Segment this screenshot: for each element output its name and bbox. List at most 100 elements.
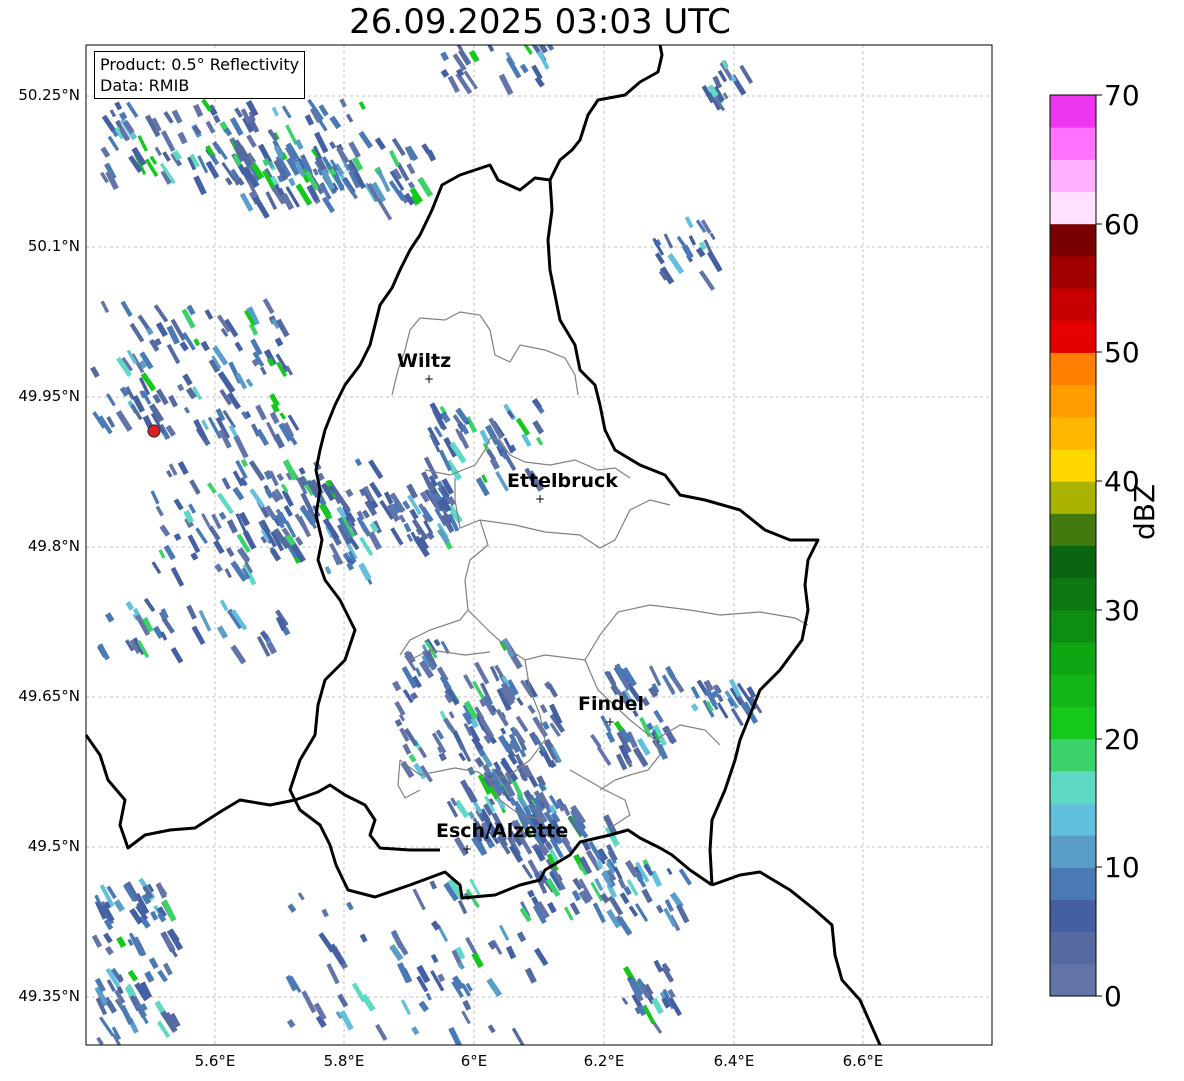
echo-cell <box>430 953 439 964</box>
echo-cell <box>107 135 120 152</box>
colorbar-tick: 60 <box>1104 208 1140 241</box>
lon-label: 5.8°E <box>323 1052 365 1070</box>
echo-cell <box>193 103 204 118</box>
echo-cell <box>226 519 238 534</box>
echo-cell <box>443 717 456 734</box>
echo-cell <box>442 19 450 28</box>
echo-cell <box>716 702 729 719</box>
echo-cell <box>97 643 110 661</box>
echo-cell <box>621 997 629 1006</box>
echo-cell <box>681 244 694 260</box>
echo-cell <box>605 731 616 744</box>
echo-cell <box>233 434 249 459</box>
echo-cell <box>248 460 266 482</box>
echo-cell <box>270 548 282 562</box>
echo-cell <box>301 990 317 1014</box>
echo-cell <box>170 566 185 587</box>
echo-cell <box>354 458 362 467</box>
echo-cell <box>480 27 492 43</box>
echo-cell <box>224 568 232 579</box>
echo-cell <box>440 51 449 62</box>
echo-cell <box>183 406 191 414</box>
echo-cell <box>269 411 280 425</box>
echo-cell <box>170 647 184 664</box>
echo-cell <box>165 469 173 478</box>
echo-cell <box>105 1000 118 1014</box>
city-label-findel: Findel <box>578 693 645 715</box>
lat-label: 49.95°N <box>18 387 80 405</box>
echo-cell <box>348 141 361 159</box>
echo-cell <box>287 903 297 913</box>
echo-cell <box>271 106 279 117</box>
colorbar-segment <box>1050 770 1096 804</box>
echo-cell <box>118 111 128 121</box>
radar-map: + + + + <box>84 19 1102 1046</box>
echo-cell <box>100 300 110 313</box>
echo-cell <box>230 644 247 665</box>
echo-cell <box>318 932 335 953</box>
echo-cell <box>418 747 428 759</box>
echo-cell <box>255 428 270 447</box>
echo-cell <box>166 343 181 365</box>
echo-cell <box>225 546 235 558</box>
echo-cell <box>426 149 437 162</box>
echo-cell <box>531 64 543 80</box>
colorbar-segment <box>1050 931 1096 965</box>
echo-cell <box>279 412 287 420</box>
colorbar-segment <box>1050 867 1096 900</box>
echo-cell <box>201 513 211 528</box>
echo-cell <box>360 993 376 1012</box>
data-source-label: Data: RMIB <box>100 76 190 95</box>
echo-cell <box>345 488 354 498</box>
echo-cell <box>730 707 744 727</box>
echo-cell <box>486 977 503 998</box>
echo-cell <box>90 366 100 378</box>
colorbar-segment <box>1050 95 1096 128</box>
colorbar-segment <box>1050 545 1096 579</box>
echo-cell <box>500 727 507 735</box>
echo-cell <box>438 752 447 762</box>
echo-cell <box>429 880 438 890</box>
echo-cell <box>190 552 199 561</box>
echo-cell <box>358 101 366 110</box>
echo-cell <box>433 638 441 647</box>
echo-cell <box>406 163 416 175</box>
echo-cell <box>200 340 210 352</box>
echo-cell <box>498 924 510 941</box>
echo-cell <box>505 945 517 960</box>
echo-cell <box>126 101 139 118</box>
echo-cell <box>684 216 694 229</box>
echo-cell <box>527 889 535 898</box>
echo-cell <box>182 373 193 386</box>
echo-cell <box>205 120 216 134</box>
colorbar-segment <box>1050 416 1096 450</box>
lon-label: 6°E <box>460 1052 488 1070</box>
echo-cell <box>495 708 509 727</box>
echo-cell <box>150 490 160 505</box>
echo-cell <box>255 404 267 421</box>
echo-cell <box>590 733 602 749</box>
echo-cell <box>321 908 329 918</box>
echo-cell <box>217 492 235 515</box>
map-grid <box>86 45 992 1045</box>
echo-cell <box>457 899 468 915</box>
echo-cell <box>471 952 484 969</box>
echo-cell <box>489 457 500 470</box>
echo-cell <box>218 511 227 521</box>
echo-cell <box>529 26 539 39</box>
echo-cell <box>288 177 296 187</box>
echo-cell <box>253 195 270 219</box>
echo-cell <box>515 417 531 436</box>
echo-cell <box>426 531 435 540</box>
echo-cell <box>219 599 229 612</box>
echo-cell <box>162 962 173 976</box>
colorbar-segment <box>1050 963 1096 997</box>
echo-cell <box>534 947 549 967</box>
echo-cell <box>394 701 406 716</box>
echo-cell <box>129 322 145 343</box>
echo-cell <box>463 674 475 690</box>
colorbar-segment <box>1050 706 1096 740</box>
echo-cell <box>195 527 208 545</box>
echo-cell <box>569 901 581 916</box>
echo-cell <box>648 665 662 687</box>
